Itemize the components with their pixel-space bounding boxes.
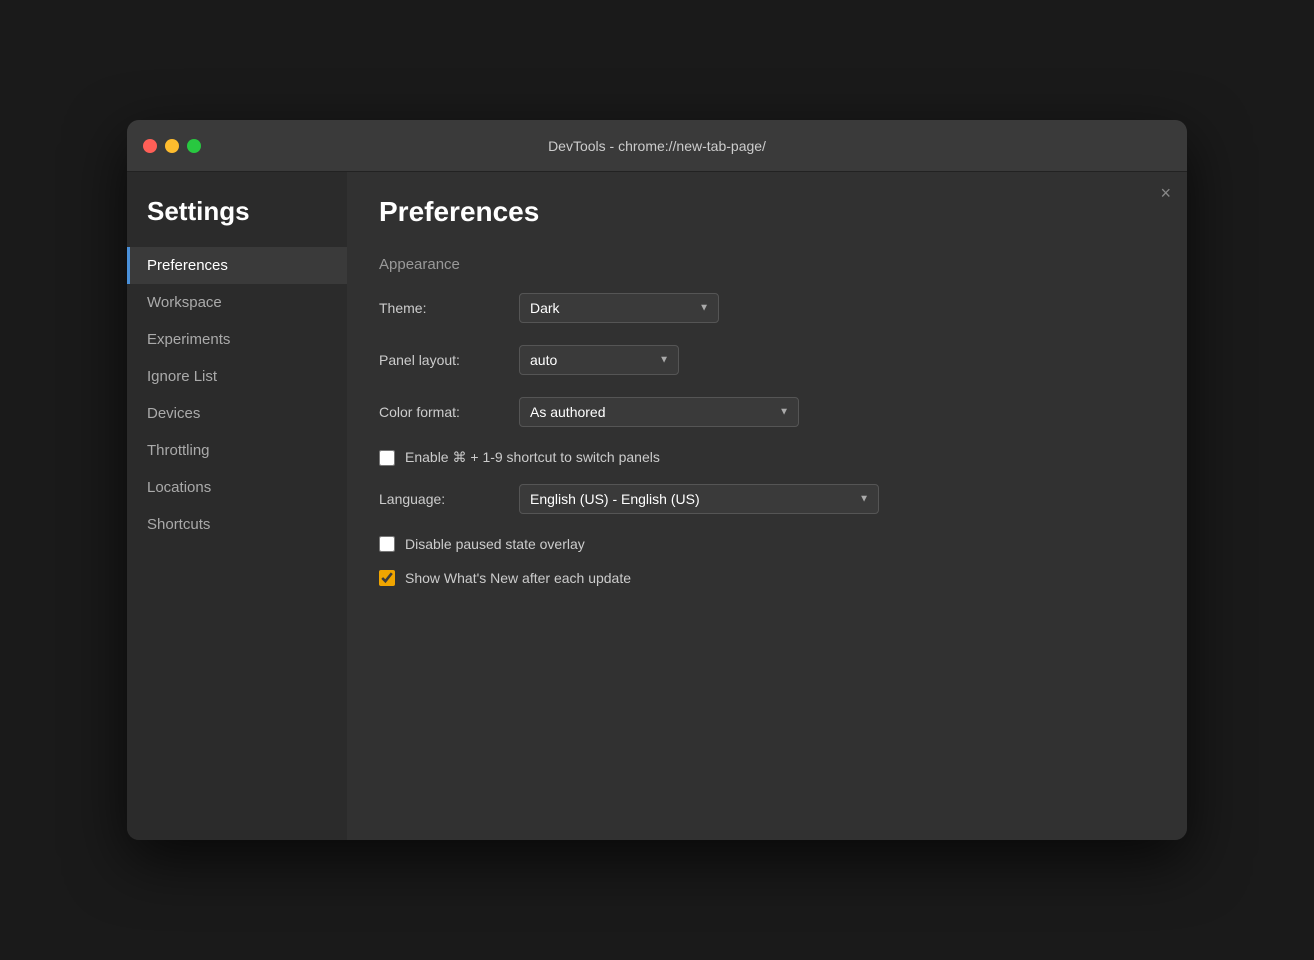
- theme-label: Theme:: [379, 300, 519, 316]
- language-row: Language: English (US) - English (US) Sy…: [379, 484, 1155, 514]
- traffic-lights: [143, 139, 201, 153]
- section-appearance-title: Appearance: [379, 256, 1155, 273]
- show-whats-new-label: Show What's New after each update: [405, 570, 631, 586]
- shortcut-checkbox-row: Enable ⌘ + 1-9 shortcut to switch panels: [379, 449, 1155, 466]
- color-format-select[interactable]: As authored HEX RGB HSL: [519, 397, 799, 427]
- paused-overlay-row: Disable paused state overlay: [379, 536, 1155, 552]
- color-format-label: Color format:: [379, 404, 519, 420]
- language-select[interactable]: English (US) - English (US) System prefe…: [519, 484, 879, 514]
- disable-paused-overlay-label: Disable paused state overlay: [405, 536, 585, 552]
- show-whats-new-checkbox[interactable]: [379, 570, 395, 586]
- theme-row: Theme: Default Dark Light: [379, 293, 1155, 323]
- sidebar-item-devices[interactable]: Devices: [127, 395, 347, 432]
- sidebar-item-ignore-list[interactable]: Ignore List: [127, 358, 347, 395]
- main-content: Preferences Appearance Theme: Default Da…: [347, 172, 1187, 840]
- theme-select-wrapper: Default Dark Light: [519, 293, 719, 323]
- maximize-button[interactable]: [187, 139, 201, 153]
- panel-layout-row: Panel layout: auto horizontal vertical: [379, 345, 1155, 375]
- sidebar-heading: Settings: [127, 196, 347, 247]
- panel-title: Preferences: [379, 196, 1155, 228]
- sidebar-item-shortcuts[interactable]: Shortcuts: [127, 506, 347, 543]
- shortcut-panels-label: Enable ⌘ + 1-9 shortcut to switch panels: [405, 449, 660, 466]
- sidebar-item-throttling[interactable]: Throttling: [127, 432, 347, 469]
- close-button[interactable]: [143, 139, 157, 153]
- sidebar: Settings Preferences Workspace Experimen…: [127, 172, 347, 840]
- panel-close-button[interactable]: ×: [1160, 184, 1171, 202]
- whats-new-row: Show What's New after each update: [379, 570, 1155, 586]
- titlebar: DevTools - chrome://new-tab-page/: [127, 120, 1187, 172]
- language-label: Language:: [379, 491, 519, 507]
- content-area: Settings Preferences Workspace Experimen…: [127, 172, 1187, 840]
- devtools-window: DevTools - chrome://new-tab-page/ Settin…: [127, 120, 1187, 840]
- panel-layout-select[interactable]: auto horizontal vertical: [519, 345, 679, 375]
- disable-paused-overlay-checkbox[interactable]: [379, 536, 395, 552]
- color-format-select-wrapper: As authored HEX RGB HSL: [519, 397, 799, 427]
- window-title: DevTools - chrome://new-tab-page/: [548, 138, 766, 154]
- theme-select[interactable]: Default Dark Light: [519, 293, 719, 323]
- minimize-button[interactable]: [165, 139, 179, 153]
- panel-layout-select-wrapper: auto horizontal vertical: [519, 345, 679, 375]
- sidebar-item-workspace[interactable]: Workspace: [127, 284, 347, 321]
- sidebar-item-locations[interactable]: Locations: [127, 469, 347, 506]
- language-select-wrapper: English (US) - English (US) System prefe…: [519, 484, 879, 514]
- shortcut-panels-checkbox[interactable]: [379, 450, 395, 466]
- sidebar-item-preferences[interactable]: Preferences: [127, 247, 347, 284]
- panel-layout-label: Panel layout:: [379, 352, 519, 368]
- color-format-row: Color format: As authored HEX RGB HSL: [379, 397, 1155, 427]
- sidebar-item-experiments[interactable]: Experiments: [127, 321, 347, 358]
- main-panel: × Preferences Appearance Theme: Default …: [347, 172, 1187, 840]
